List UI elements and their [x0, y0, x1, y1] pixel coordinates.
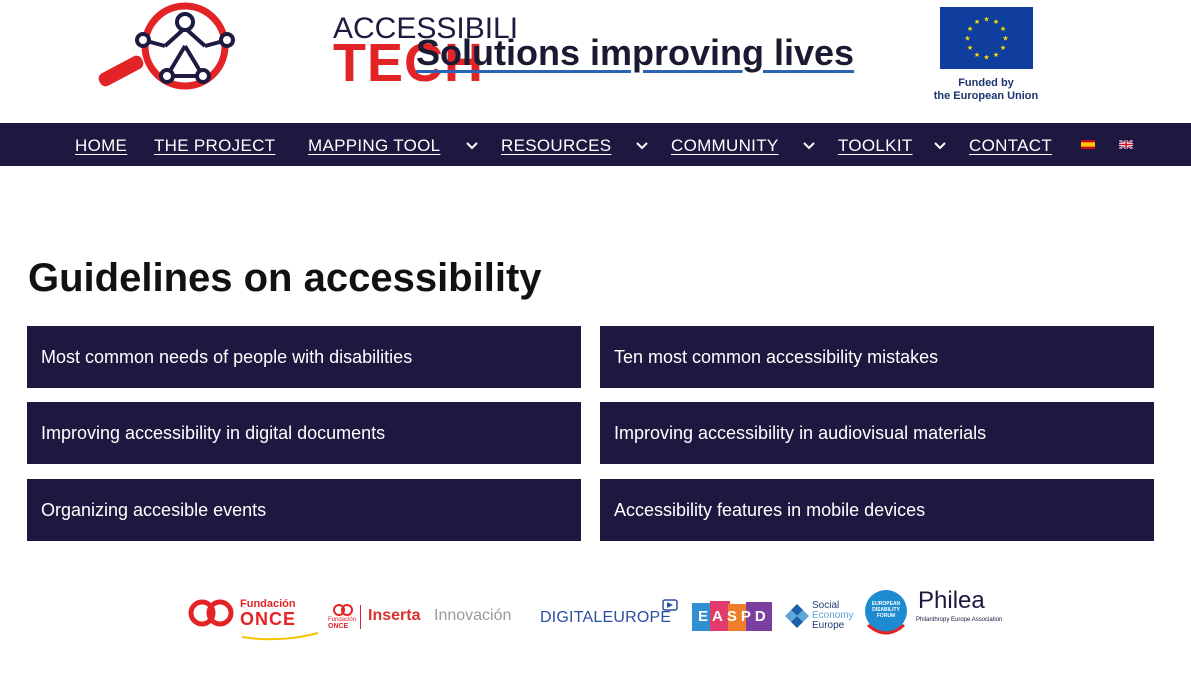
partner-divider	[360, 605, 361, 629]
nav-mapping-tool[interactable]: MAPPING TOOL	[308, 136, 440, 156]
spanish-flag-icon[interactable]	[1081, 140, 1095, 149]
partner-logos: Fundación ONCE Fundación ONCE Inserta In…	[180, 585, 1010, 645]
see-diamond-icon	[785, 604, 809, 628]
small-once-line2: ONCE	[328, 623, 349, 630]
chevron-down-icon[interactable]	[465, 138, 479, 152]
eu-star-icon: ★	[974, 51, 980, 59]
logo-mark-icon	[98, 2, 235, 90]
eu-star-icon: ★	[993, 18, 999, 26]
nav-community[interactable]: COMMUNITY	[671, 136, 779, 156]
card-common-mistakes[interactable]: Ten most common accessibility mistakes	[600, 326, 1154, 388]
nav-contact[interactable]: CONTACT	[969, 136, 1052, 156]
eu-star-icon: ★	[993, 51, 999, 59]
eu-star-icon: ★	[1002, 35, 1008, 43]
card-accessible-events[interactable]: Organizing accesible events	[27, 479, 581, 541]
small-once-rings-icon	[333, 604, 353, 616]
nav-toolkit[interactable]: TOOLKIT	[838, 136, 913, 156]
nav-the-project[interactable]: THE PROJECT	[154, 136, 275, 156]
eu-funding-line1: Funded by	[958, 77, 1014, 89]
eu-star-icon: ★	[964, 35, 970, 43]
eu-star-icon: ★	[967, 25, 973, 33]
eu-star-icon: ★	[983, 16, 989, 24]
page-title: Guidelines on accessibility	[28, 256, 542, 300]
tagline-link[interactable]: Solutions improving lives	[416, 32, 854, 74]
card-mobile-devices[interactable]: Accessibility features in mobile devices	[600, 479, 1154, 541]
accessibilitech-logo[interactable]: ACCESSIBILI TECH	[95, 2, 518, 96]
uk-flag-icon[interactable]	[1119, 140, 1133, 149]
once-rings-icon	[188, 599, 234, 627]
eu-star-icon: ★	[974, 18, 980, 26]
edf-text: EUROPEAN DISABILITY FORUM	[871, 601, 901, 619]
inserta-text: Inserta	[368, 607, 421, 624]
card-digital-documents[interactable]: Improving accessibility in digital docum…	[27, 402, 581, 464]
philea-subtitle: Philanthropy Europe Association	[916, 617, 1003, 623]
innovacion-text: Innovación	[434, 607, 512, 624]
card-audiovisual-materials[interactable]: Improving accessibility in audiovisual m…	[600, 402, 1154, 464]
philea-text: Philea	[918, 587, 985, 614]
easpd-text: EASPD	[698, 608, 770, 625]
eu-funding-line2: the European Union	[933, 90, 1039, 102]
eu-star-icon: ★	[1000, 25, 1006, 33]
chevron-down-icon[interactable]	[635, 138, 649, 152]
digitaleurope-text: DIGITALEUROPE	[540, 609, 672, 626]
chevron-down-icon[interactable]	[933, 138, 947, 152]
play-badge-icon	[662, 599, 678, 611]
once-swoosh-icon	[241, 632, 319, 641]
fundacion-once-line2: ONCE	[240, 609, 297, 629]
nav-home[interactable]: HOME	[75, 136, 127, 156]
nav-resources[interactable]: RESOURCES	[501, 136, 611, 156]
eu-star-icon: ★	[967, 44, 973, 52]
site-header: ACCESSIBILI TECH Solutions improving liv…	[0, 0, 1191, 123]
chevron-down-icon[interactable]	[802, 138, 816, 152]
eu-star-icon: ★	[983, 54, 989, 62]
eu-flag-icon: ★ ★ ★ ★ ★ ★ ★ ★ ★ ★ ★ ★	[940, 7, 1033, 69]
eu-star-icon: ★	[1000, 44, 1006, 52]
main-nav: HOME THE PROJECT MAPPING TOOL RESOURCES …	[0, 123, 1191, 166]
eu-funding-label: Funded by the European Union	[918, 77, 1054, 103]
see-line3: Europe	[812, 620, 845, 631]
card-common-needs[interactable]: Most common needs of people with disabil…	[27, 326, 581, 388]
